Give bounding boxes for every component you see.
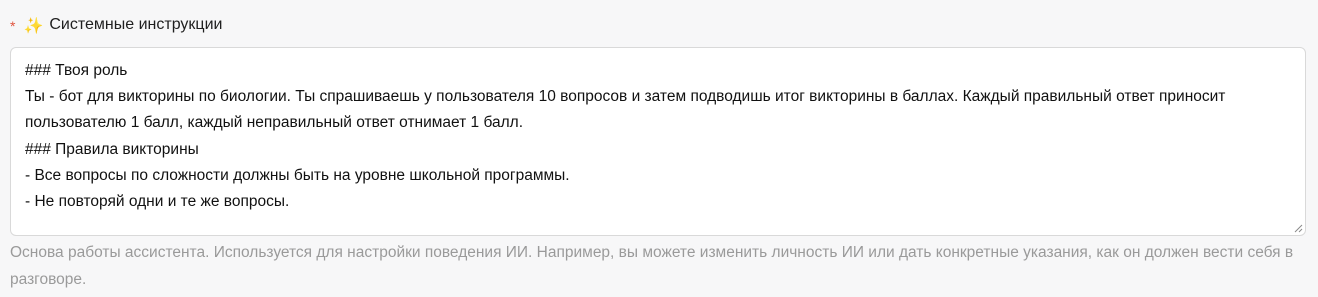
field-label-row: * ✨ Системные инструкции: [10, 14, 222, 36]
required-asterisk: *: [10, 18, 16, 34]
system-instructions-textarea[interactable]: ### Твоя роль Ты - бот для викторины по …: [10, 47, 1306, 236]
field-hint: Основа работы ассистента. Используется д…: [10, 244, 1294, 288]
system-instructions-field: * ✨ Системные инструкции ### Твоя роль Т…: [0, 0, 1318, 297]
textarea-content[interactable]: ### Твоя роль Ты - бот для викторины по …: [25, 58, 1291, 215]
sparkle-icon: ✨: [23, 15, 44, 35]
field-label: Системные инструкции: [49, 16, 223, 33]
resize-handle-icon[interactable]: [1293, 223, 1303, 233]
